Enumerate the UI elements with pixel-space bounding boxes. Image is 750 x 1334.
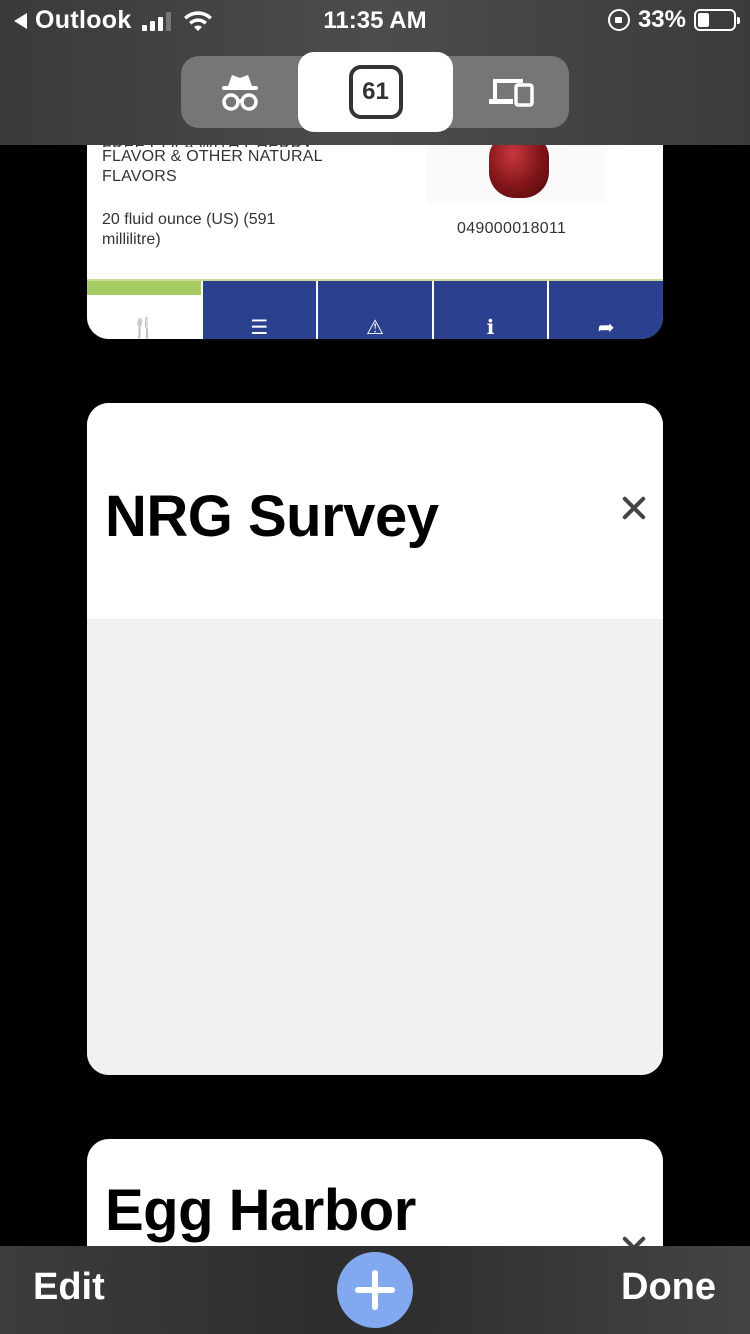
done-button[interactable]: Done bbox=[621, 1266, 716, 1309]
private-tabs-button[interactable] bbox=[181, 56, 299, 128]
product-barcode: 049000018011 bbox=[457, 220, 567, 237]
tab-card-nrg-survey[interactable]: NRG Survey bbox=[87, 403, 663, 1075]
nav-ingredients: ☰ bbox=[200, 281, 317, 339]
tab-title: Egg Harbor bbox=[105, 1178, 416, 1243]
list-icon: ☰ bbox=[250, 317, 269, 339]
tab-count: 61 bbox=[348, 65, 403, 119]
tab-title: NRG Survey bbox=[105, 484, 439, 549]
battery-icon bbox=[694, 9, 740, 31]
devices-icon bbox=[489, 79, 534, 107]
warning-icon: ⚠ bbox=[366, 317, 384, 339]
battery-percent: 33% bbox=[637, 6, 686, 33]
nav-info: ℹ bbox=[431, 281, 548, 339]
tab-card-header: NRG Survey bbox=[87, 403, 663, 619]
status-bar: Outlook 11:35 AM 33% bbox=[0, 0, 750, 42]
tab-preview: FREE COLA WITH CHERRY FLAVOR & OTHER NAT… bbox=[87, 135, 663, 280]
nav-warnings: ⚠ bbox=[316, 281, 432, 339]
product-image bbox=[427, 135, 607, 203]
recent-devices-button[interactable] bbox=[453, 56, 569, 128]
orientation-lock-icon bbox=[607, 9, 630, 31]
new-tab-button[interactable] bbox=[337, 1252, 413, 1328]
utensils-icon: 🍴 bbox=[131, 317, 157, 339]
status-right: 33% bbox=[607, 6, 740, 34]
nav-share: ➦ bbox=[547, 281, 663, 339]
nav-nutrition: 🍴 bbox=[87, 281, 201, 339]
close-icon[interactable] bbox=[621, 495, 647, 521]
normal-tabs-button[interactable]: 61 bbox=[298, 52, 453, 132]
edit-button[interactable]: Edit bbox=[33, 1266, 105, 1309]
product-nav-bar: 🍴 ☰ ⚠ ℹ ➦ bbox=[87, 281, 663, 339]
share-icon: ➦ bbox=[597, 317, 615, 339]
top-area: Outlook 11:35 AM 33% 61 bbox=[0, 0, 750, 145]
bottom-toolbar: Edit Done bbox=[0, 1246, 750, 1334]
tab-preview bbox=[87, 619, 663, 1075]
incognito-icon bbox=[222, 75, 258, 111]
info-icon: ℹ bbox=[486, 317, 495, 339]
tab-group-switcher: 61 bbox=[181, 52, 569, 132]
product-size: 20 fluid ounce (US) (591 millilitre) bbox=[102, 211, 276, 248]
